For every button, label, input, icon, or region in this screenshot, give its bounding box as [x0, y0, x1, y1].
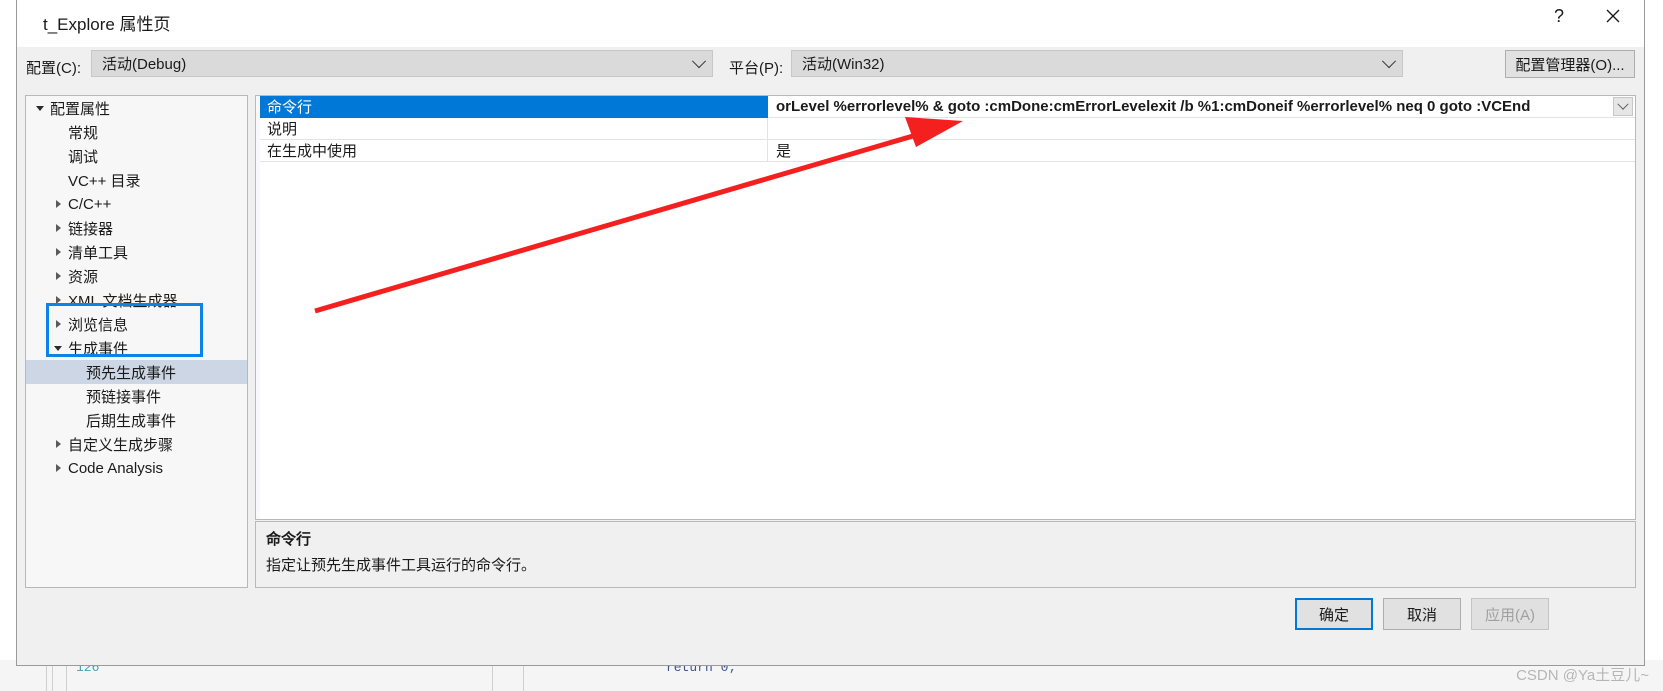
tree-item-label: VC++ 目录 — [68, 172, 141, 190]
tree-item[interactable]: 资源 — [26, 264, 247, 288]
tree-item-label: C/C++ — [68, 195, 112, 213]
tree-item-label: 链接器 — [68, 220, 114, 238]
configuration-combobox[interactable]: 活动(Debug) — [91, 50, 713, 77]
tree-item-label: 生成事件 — [68, 340, 129, 358]
close-glyph — [1606, 9, 1620, 23]
tree-item[interactable]: C/C++ — [26, 192, 247, 216]
tree-item[interactable]: Code Analysis — [26, 456, 247, 480]
chevron-down-icon[interactable] — [32, 96, 48, 120]
configuration-value: 活动(Debug) — [102, 56, 187, 73]
tree-item[interactable]: 自定义生成步骤 — [26, 432, 247, 456]
tree-item-label: 预先生成事件 — [86, 364, 177, 382]
configuration-manager-button[interactable]: 配置管理器(O)... — [1505, 50, 1635, 78]
watermark: CSDN @Ya土豆儿~ — [1516, 667, 1649, 684]
property-row[interactable]: 在生成中使用是 — [260, 140, 1635, 162]
tree-item-label: 常规 — [68, 124, 99, 142]
property-pages-dialog: t_Explore 属性页 ? 配置(C): 活动(Debug) 平台(P): … — [16, 0, 1645, 666]
tree-item-label: Code Analysis — [68, 459, 164, 477]
property-name: 在生成中使用 — [260, 140, 768, 162]
tree-item[interactable]: 生成事件 — [26, 336, 247, 360]
tree-item[interactable]: 预先生成事件 — [26, 360, 247, 384]
property-value: orLevel %errorlevel% & goto :cmDone:cmEr… — [776, 98, 1531, 115]
platform-label: 平台(P): — [729, 60, 784, 77]
tree-item[interactable]: 调试 — [26, 144, 247, 168]
chevron-right-icon[interactable] — [50, 288, 66, 312]
help-glyph: ? — [1553, 5, 1564, 26]
ok-button[interactable]: 确定 — [1295, 598, 1373, 630]
apply-button: 应用(A) — [1471, 598, 1549, 630]
property-grid[interactable]: 命令行 orLevel %errorlevel% & goto :cmDone:c… — [255, 95, 1636, 520]
tree-item-label: 资源 — [68, 268, 99, 286]
property-name: 说明 — [260, 118, 768, 140]
chevron-down-icon — [1617, 98, 1629, 110]
tree-item-label: 自定义生成步骤 — [68, 436, 174, 454]
property-row[interactable]: 说明 — [260, 118, 1635, 140]
chevron-down-icon[interactable] — [50, 336, 66, 360]
tree-item[interactable]: XML 文档生成器 — [26, 288, 247, 312]
tree-item[interactable]: 预链接事件 — [26, 384, 247, 408]
cancel-button[interactable]: 取消 — [1383, 598, 1461, 630]
tree-item-label: 清单工具 — [68, 244, 129, 262]
tree-item-label: XML 文档生成器 — [68, 292, 178, 310]
property-row[interactable]: 命令行 orLevel %errorlevel% & goto :cmDone:c… — [260, 96, 1635, 118]
chevron-right-icon[interactable] — [50, 432, 66, 456]
tree-item-label: 配置属性 — [50, 100, 111, 118]
tree-item[interactable]: 清单工具 — [26, 240, 247, 264]
description-title: 命令行 — [266, 531, 312, 548]
tree-item[interactable]: 浏览信息 — [26, 312, 247, 336]
dialog-title: t_Explore 属性页 — [43, 15, 171, 34]
value-dropdown-button[interactable] — [1613, 97, 1633, 116]
configuration-bar: 配置(C): 活动(Debug) 平台(P): 活动(Win32) 配置管理器(… — [17, 47, 1644, 93]
dialog-titlebar: t_Explore 属性页 ? — [17, 0, 1644, 48]
chevron-down-icon — [686, 53, 712, 69]
chevron-right-icon[interactable] — [50, 216, 66, 240]
configuration-tree[interactable]: 配置属性常规调试 VC++ 目录 C/C++ 链接器清单工具资源 XML 文档生成器 浏览… — [25, 95, 248, 588]
description-pane: 命令行 指定让预先生成事件工具运行的命令行。 — [255, 521, 1636, 588]
tree-item[interactable]: VC++ 目录 — [26, 168, 247, 192]
platform-combobox[interactable]: 活动(Win32) — [791, 50, 1403, 77]
property-value: 是 — [776, 143, 792, 160]
screen: 126 return 0; t_Explore 属性页 ? 配置(C): 活动(… — [0, 0, 1663, 691]
tree-item-label: 预链接事件 — [86, 388, 162, 406]
platform-value: 活动(Win32) — [802, 56, 885, 73]
tree-item-label: 后期生成事件 — [86, 412, 177, 430]
help-icon[interactable]: ? — [1536, 0, 1582, 32]
close-icon[interactable] — [1590, 0, 1636, 32]
tree-item[interactable]: 配置属性 — [26, 96, 247, 120]
configuration-label: 配置(C): — [26, 60, 81, 77]
tree-item-label: 浏览信息 — [68, 316, 129, 334]
chevron-right-icon[interactable] — [50, 456, 66, 480]
tree-item[interactable]: 链接器 — [26, 216, 247, 240]
tree-item[interactable]: 后期生成事件 — [26, 408, 247, 432]
tree-item-label: 调试 — [68, 148, 99, 166]
property-value-cell[interactable]: 是 — [768, 140, 1635, 162]
property-value-cell[interactable]: orLevel %errorlevel% & goto :cmDone:cmEr… — [768, 96, 1635, 118]
chevron-right-icon[interactable] — [50, 240, 66, 264]
chevron-right-icon[interactable] — [50, 192, 66, 216]
tree-item[interactable]: 常规 — [26, 120, 247, 144]
property-value-cell[interactable] — [768, 118, 1635, 140]
property-name: 命令行 — [260, 96, 768, 118]
chevron-down-icon — [1376, 53, 1402, 69]
description-text: 指定让预先生成事件工具运行的命令行。 — [266, 557, 537, 574]
chevron-right-icon[interactable] — [50, 312, 66, 336]
chevron-right-icon[interactable] — [50, 264, 66, 288]
